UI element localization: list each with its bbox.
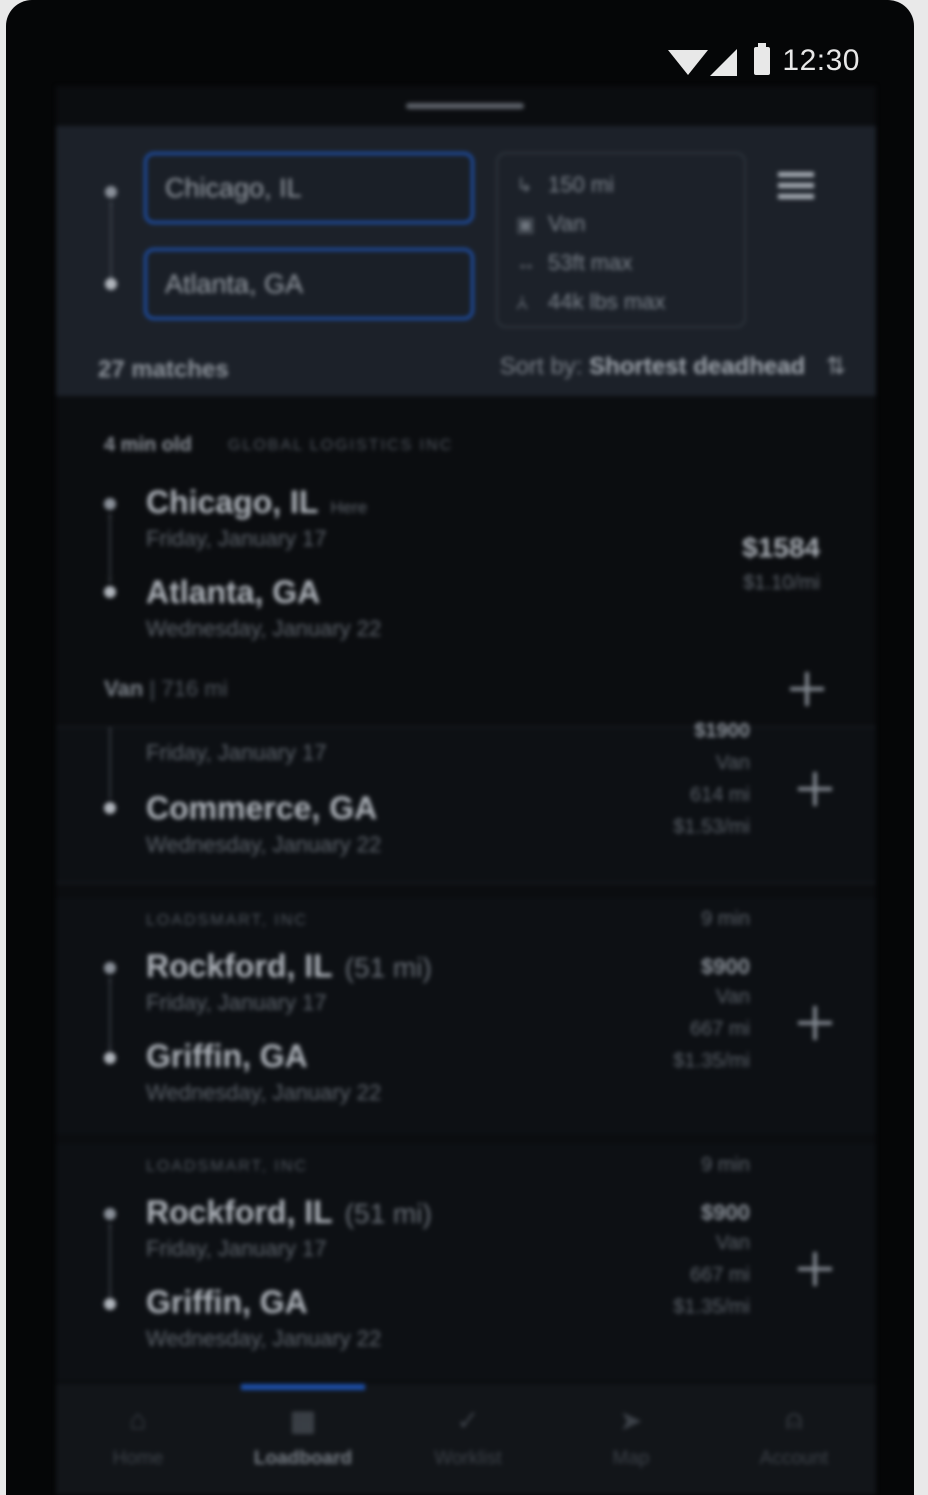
battery-icon — [754, 43, 770, 75]
delivery-date: Wednesday, January 22 — [146, 616, 382, 641]
navigation-arrow-icon: ➤ — [619, 1405, 643, 1436]
load-broker: LOADSMART, INC — [146, 1158, 308, 1175]
weight-icon: ⩑ — [516, 292, 529, 314]
search-panel: Chicago, IL Atlanta, GA ↳ 150 mi ▣ Van ↔ 53… — [56, 126, 876, 396]
add-load-button[interactable] — [798, 1252, 832, 1286]
load-destination: Atlanta, GA — [146, 574, 321, 610]
load-origin: Rockford, IL (51 mi) — [146, 948, 432, 984]
load-rate: $1584 — [742, 532, 820, 563]
delivery-date: Wednesday, January 22 — [146, 832, 382, 857]
nav-item-home[interactable]: ⌂ Home — [58, 1404, 218, 1470]
pickup-date: Friday, January 17 — [146, 740, 327, 765]
destination-input[interactable]: Atlanta, GA — [144, 248, 474, 320]
loadboard-icon: ▦ — [289, 1405, 317, 1436]
bottom-nav: ⌂ Home ▦ Loadboard ✓ Worklist ➤ Map ⍝ Ac… — [56, 1384, 876, 1495]
deadhead-icon: ↳ — [516, 175, 533, 197]
sort-value: Shortest deadhead — [589, 353, 806, 380]
filter-settings-icon[interactable] — [778, 172, 814, 208]
load-distance: 614 mi — [689, 784, 750, 806]
nav-item-map[interactable]: ➤ Map — [551, 1404, 711, 1470]
load-equipment: Van | 716 mi — [104, 676, 228, 701]
rate-per-mile: $1.10/mi — [743, 572, 820, 594]
origin-dot-icon — [104, 1208, 116, 1220]
load-age: 9 min — [701, 908, 750, 930]
load-rate: $900 — [701, 954, 750, 979]
route-connector — [109, 514, 111, 582]
delivery-date: Wednesday, January 22 — [146, 1326, 382, 1351]
sort-swap-icon: ⇅ — [825, 353, 846, 380]
sheet-drag-handle[interactable] — [406, 103, 524, 109]
load-origin: Chicago, IL Here — [146, 484, 368, 520]
load-origin: Rockford, IL (51 mi) — [146, 1194, 432, 1230]
add-load-button[interactable] — [798, 772, 832, 806]
load-destination: Griffin, GA — [146, 1038, 308, 1074]
load-card[interactable]: LOADSMART, INC 9 min Rockford, IL (51 mi)… — [56, 898, 876, 1134]
load-destination: Griffin, GA — [146, 1284, 308, 1320]
nav-active-indicator — [241, 1384, 365, 1390]
pickup-date: Friday, January 17 — [146, 990, 327, 1015]
device-frame: 12:30 Chicago, IL Atlanta, GA ↳ 150 mi ▣ V… — [6, 0, 914, 1495]
load-equipment: Van — [715, 752, 750, 774]
filter-equipment: ▣ Van — [516, 211, 586, 236]
home-icon: ⌂ — [129, 1404, 147, 1435]
load-age: 9 min — [701, 1154, 750, 1176]
app-screen: Chicago, IL Atlanta, GA ↳ 150 mi ▣ Van ↔ 53… — [56, 86, 876, 1495]
load-card[interactable]: LOADSMART, INC 9 min Rockford, IL (51 mi)… — [56, 1144, 876, 1380]
load-rate: $1900 — [694, 720, 750, 742]
origin-input[interactable]: Chicago, IL — [144, 152, 474, 224]
cell-signal-icon — [710, 49, 737, 76]
filter-length: ↔ 53ft max — [516, 250, 633, 275]
destination-dot-icon — [104, 802, 116, 814]
load-card[interactable]: 4 min old GLOBAL LOGISTICS INC Chicago, … — [56, 396, 876, 726]
sort-control[interactable]: Sort by: Shortest deadhead ⇅ — [500, 352, 846, 381]
filter-summary[interactable]: ↳ 150 mi ▣ Van ↔ 53ft max ⩑ 44k lbs max — [496, 152, 746, 328]
length-icon: ↔ — [516, 253, 536, 275]
rate-per-mile: $1.35/mi — [673, 1050, 750, 1072]
destination-dot-icon — [105, 278, 117, 290]
load-age: 4 min old — [104, 434, 192, 456]
filter-weight: ⩑ 44k lbs max — [516, 289, 666, 314]
origin-dot-icon — [104, 962, 116, 974]
divider — [56, 882, 876, 884]
load-equipment: Van — [715, 1232, 750, 1254]
load-card[interactable]: Friday, January 17 Commerce, GA Wednesda… — [56, 720, 876, 882]
truck-icon: ▣ — [516, 214, 535, 236]
load-rate: $900 — [701, 1200, 750, 1225]
checkmark-icon: ✓ — [456, 1405, 480, 1436]
person-icon: ⍝ — [785, 1404, 803, 1435]
route-connector — [110, 202, 112, 278]
wifi-icon — [668, 50, 708, 75]
status-time: 12:30 — [782, 44, 860, 77]
origin-dot-icon — [105, 186, 117, 198]
status-bar: 12:30 — [6, 0, 914, 86]
load-broker: GLOBAL LOGISTICS INC — [228, 437, 454, 454]
nav-item-account[interactable]: ⍝ Account — [714, 1404, 874, 1470]
filter-deadhead: ↳ 150 mi — [516, 172, 615, 197]
destination-dot-icon — [104, 586, 116, 598]
sort-prefix: Sort by — [499, 353, 576, 380]
load-broker: LOADSMART, INC — [146, 912, 308, 929]
pickup-date: Friday, January 17 — [146, 526, 327, 551]
rate-per-mile: $1.35/mi — [673, 1296, 750, 1318]
destination-dot-icon — [104, 1052, 116, 1064]
route-connector — [109, 1224, 111, 1296]
origin-dot-icon — [104, 498, 116, 510]
destination-dot-icon — [104, 1298, 116, 1310]
add-load-button[interactable] — [790, 672, 824, 706]
route-connector — [109, 728, 111, 798]
add-load-button[interactable] — [798, 1006, 832, 1040]
load-distance: 667 mi — [689, 1018, 750, 1040]
load-distance: 667 mi — [689, 1264, 750, 1286]
pickup-date: Friday, January 17 — [146, 1236, 327, 1261]
nav-item-worklist[interactable]: ✓ Worklist — [388, 1404, 548, 1470]
delivery-date: Wednesday, January 22 — [146, 1080, 382, 1105]
nav-item-loadboard[interactable]: ▦ Loadboard — [223, 1404, 383, 1470]
rate-per-mile: $1.53/mi — [673, 816, 750, 838]
match-count: 27 matches — [98, 356, 229, 383]
route-connector — [109, 978, 111, 1050]
load-destination: Commerce, GA — [146, 790, 378, 826]
load-equipment: Van — [715, 986, 750, 1008]
